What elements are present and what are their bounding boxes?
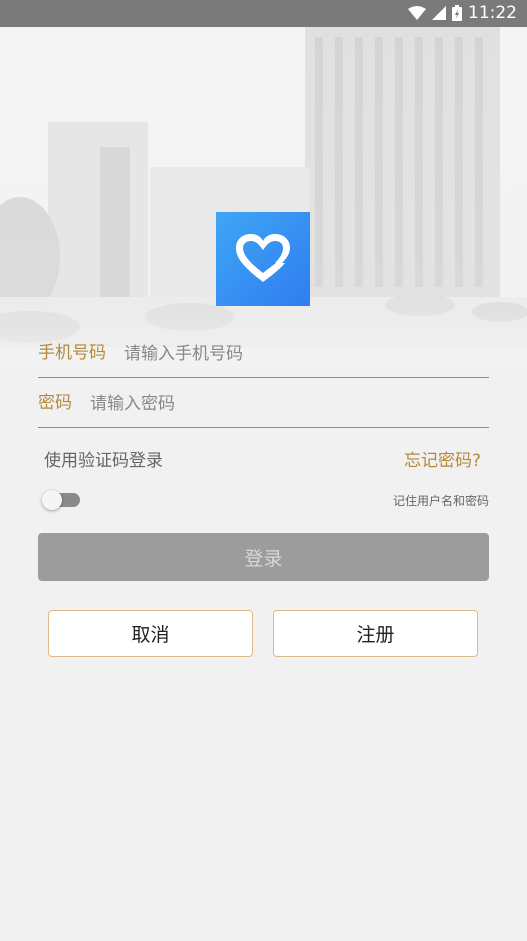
password-row: 密码 [38,377,489,428]
sms-login-link[interactable]: 使用验证码登录 [44,446,163,471]
status-time: 11:22 [468,3,517,23]
signal-icon [432,6,446,20]
forgot-password-link[interactable]: 忘记密码? [404,446,481,471]
password-input[interactable] [90,391,480,417]
register-button[interactable]: 注册 [273,610,478,657]
phone-label: 手机号码 [38,343,106,363]
login-button[interactable]: 登录 [38,533,489,581]
battery-icon [452,5,462,21]
status-bar: 11:22 [0,0,527,27]
wifi-icon [408,6,426,20]
password-label: 密码 [38,393,72,413]
remember-toggle[interactable] [42,490,82,510]
remember-label: 记住用户名和密码 [392,494,489,508]
phone-input[interactable] [124,341,484,367]
heart-icon [236,234,290,282]
phone-row: 手机号码 [38,327,489,378]
app-logo [216,212,310,306]
toggle-thumb [42,490,62,510]
cancel-button[interactable]: 取消 [48,610,253,657]
